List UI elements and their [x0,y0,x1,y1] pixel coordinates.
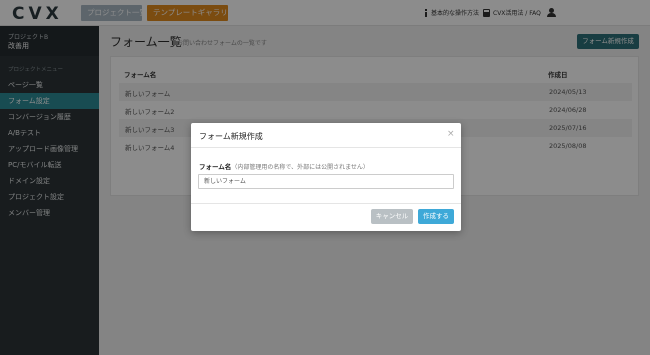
cancel-button[interactable]: キャンセル [371,209,413,224]
new-form-modal: フォーム新規作成 × フォーム名（内部管理用の名称で、外部には公開されません） … [191,123,461,231]
modal-title: フォーム新規作成 [199,132,263,141]
form-name-input[interactable]: 新しいフォーム [198,174,454,189]
modal-divider [191,203,461,204]
form-name-note: （内部管理用の名称で、外部には公開されません） [231,164,369,171]
modal-divider [191,147,461,148]
close-icon[interactable]: × [447,129,455,139]
create-button[interactable]: 作成する [418,209,454,224]
form-name-label-text: フォーム名 [199,163,232,171]
form-name-label: フォーム名（内部管理用の名称で、外部には公開されません） [199,161,369,171]
